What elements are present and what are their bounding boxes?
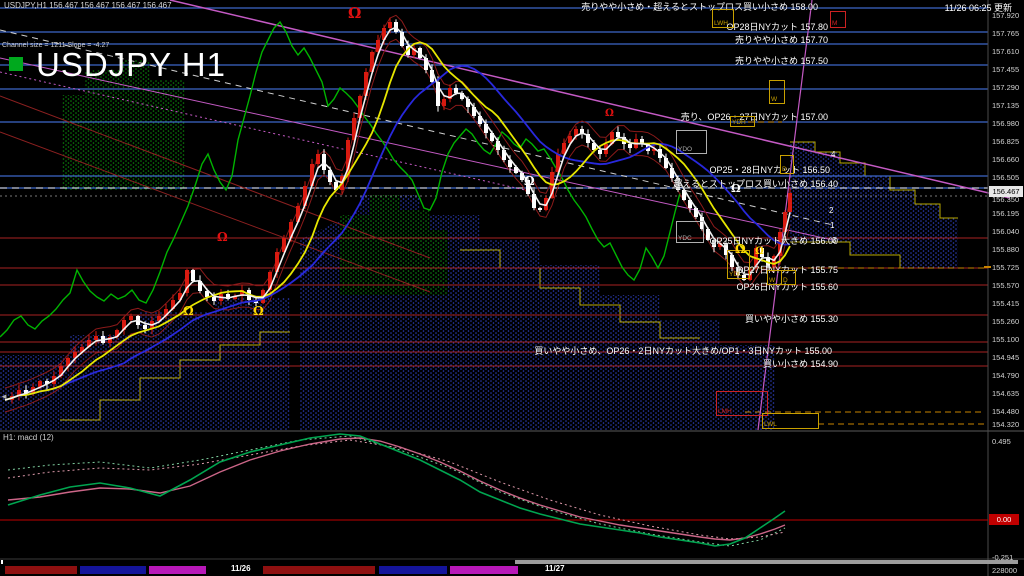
time-axis-date-label: 11/26 xyxy=(231,564,251,573)
price-axis-label: 156.980 xyxy=(992,119,1020,128)
semafor-omega-icon: Ω xyxy=(731,182,741,195)
price-annotation[interactable]: 売りやや小さめ・超えるとストップロス買い小さめ 158.00 xyxy=(581,0,818,13)
session-strip-segment xyxy=(450,566,518,574)
price-axis-label: 155.880 xyxy=(992,245,1020,254)
macd-zero-box: 0.00 xyxy=(989,514,1019,525)
semafor-omega-icon: Ω xyxy=(253,304,264,318)
scrollbar-position-tick xyxy=(1,560,3,564)
indicator-square-icon xyxy=(9,57,23,71)
macd-indicator-label: H1: macd (12) xyxy=(3,433,54,442)
price-axis-label: 157.920 xyxy=(992,11,1020,20)
marker-box-label: YDO xyxy=(678,146,693,153)
tick-volume-label: 228000 xyxy=(992,566,1018,575)
macd-axis-max: 0.495 xyxy=(992,437,1011,446)
marker-box-label: YDC xyxy=(678,235,692,242)
price-axis-label: 155.725 xyxy=(992,263,1020,272)
level-marker-box-ydc[interactable]: YDC xyxy=(676,221,704,243)
price-axis-label: 156.505 xyxy=(992,173,1020,182)
price-axis-label: 155.100 xyxy=(992,335,1020,344)
price-axis-label: 156.660 xyxy=(992,155,1020,164)
marker-box-label: YDH xyxy=(732,119,746,126)
channel-endpoint-number: 1 xyxy=(830,221,835,230)
price-axis-label: 154.320 xyxy=(992,420,1020,429)
price-annotation[interactable]: 買いやや小さめ、OP26・2日NYカット大きめ/OP1・3日NYカット 155.… xyxy=(534,344,832,357)
level-marker-box-ydo[interactable]: YDO xyxy=(676,130,707,154)
level-marker-box-w[interactable]: W xyxy=(767,270,782,285)
price-axis-label: 157.765 xyxy=(992,29,1020,38)
price-axis-label: 156.195 xyxy=(992,209,1020,218)
session-strip-segment xyxy=(80,566,146,574)
level-marker-box-ydh[interactable]: YDH xyxy=(730,116,755,127)
level-marker-box-m[interactable]: M xyxy=(830,11,846,28)
price-axis-label: 154.945 xyxy=(992,353,1020,362)
price-axis-label: 155.260 xyxy=(992,317,1020,326)
session-strip-segment xyxy=(379,566,447,574)
semafor-omega-icon: Ω xyxy=(605,108,614,119)
semafor-omega-icon: Ω xyxy=(755,246,764,257)
level-marker-box-lwh[interactable]: LWH xyxy=(712,9,734,28)
price-axis-label: 155.415 xyxy=(992,299,1020,308)
price-annotation[interactable]: 売りやや小さめ 157.50 xyxy=(735,54,828,67)
trading-chart-window: USDJPY,H1 156.467 156.467 156.467 156.46… xyxy=(0,0,1024,576)
price-axis-label: 157.290 xyxy=(992,83,1020,92)
price-axis-label: 154.790 xyxy=(992,371,1020,380)
marker-box-label: W xyxy=(769,277,776,284)
price-annotation[interactable]: 超えるとストップロス買い小さめ 156.40 xyxy=(673,177,838,190)
level-marker-box-w[interactable]: W xyxy=(769,80,785,104)
price-axis-label: 155.570 xyxy=(992,281,1020,290)
price-axis-label: 157.455 xyxy=(992,65,1020,74)
session-strip-segment xyxy=(149,566,206,574)
marker-box-label: LWL xyxy=(764,421,777,428)
semafor-omega-icon: Ω xyxy=(524,174,535,188)
semafor-omega-icon: Ω xyxy=(217,230,228,244)
price-annotation[interactable]: OP28日NYカット 157.80 xyxy=(726,20,828,33)
semafor-omega-icon: Ω xyxy=(735,242,746,256)
marker-box-label: LMH xyxy=(718,408,732,415)
price-axis-label: 156.040 xyxy=(992,227,1020,236)
horizontal-scrollbar-thumb[interactable] xyxy=(515,560,1018,564)
session-strip-segment xyxy=(5,566,77,574)
chart-canvas[interactable] xyxy=(0,0,1024,576)
time-axis-date-label: 11/27 xyxy=(545,564,565,573)
price-annotation[interactable]: 売りやや小さめ 157.70 xyxy=(735,33,828,46)
price-axis-label: 157.610 xyxy=(992,47,1020,56)
level-marker-box-d[interactable]: D xyxy=(781,270,796,285)
price-annotation[interactable]: 買い小さめ 154.90 xyxy=(763,357,838,370)
marker-box-label: LWH xyxy=(714,20,728,27)
channel-endpoint-number: 4 xyxy=(831,150,836,159)
marker-box-label: W xyxy=(771,96,778,103)
price-annotation[interactable]: 買いやや小さめ 155.30 xyxy=(745,312,838,325)
semafor-omega-icon: Ω xyxy=(183,304,194,318)
channel-endpoint-number: 2 xyxy=(829,206,834,215)
current-price-box: 156.467 xyxy=(989,186,1023,197)
channel-endpoint-number: 3 xyxy=(832,236,837,245)
level-marker-box-lwl[interactable]: LWL xyxy=(762,413,819,429)
price-annotation[interactable]: OP25日NYカット大きめ 156.00 xyxy=(709,234,838,247)
price-axis-label: 156.825 xyxy=(992,137,1020,146)
price-axis-label: 157.135 xyxy=(992,101,1020,110)
marker-box-label: YDL xyxy=(729,271,742,278)
level-marker-box-lmh[interactable]: LMH xyxy=(716,391,768,416)
level-marker-box-d[interactable]: D xyxy=(780,155,794,174)
price-axis-label: 154.480 xyxy=(992,407,1020,416)
marker-box-label: D xyxy=(783,277,788,284)
price-axis-label: 154.635 xyxy=(992,389,1020,398)
marker-box-label: M xyxy=(832,20,838,27)
marker-box-label: D xyxy=(782,166,787,173)
semafor-omega-icon: Ω xyxy=(348,4,362,22)
session-strip-segment xyxy=(263,566,375,574)
scroll-left-arrow-icon[interactable]: ◄ xyxy=(0,392,8,401)
chart-title: USDJPY H1 xyxy=(36,46,226,83)
symbol-ohlc-readout: USDJPY,H1 156.467 156.467 156.467 156.46… xyxy=(4,1,172,10)
price-annotation[interactable]: OP25・28日NYカット 156.50 xyxy=(709,163,830,176)
